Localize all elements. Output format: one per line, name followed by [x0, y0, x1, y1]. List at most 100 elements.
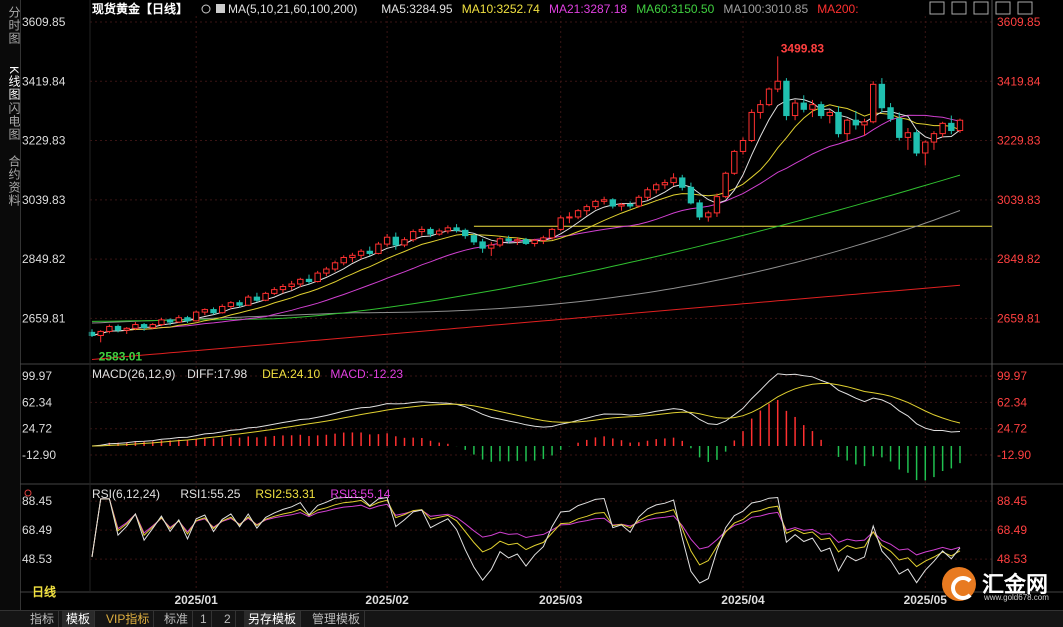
- tab-2[interactable]: 2: [220, 611, 236, 627]
- candle-body: [227, 302, 235, 307]
- macd-dea-line: [91, 383, 961, 447]
- candle-body: [210, 309, 217, 314]
- candle-body: [522, 239, 530, 244]
- watermark-url: www.gold678.com: [984, 593, 1049, 602]
- date-tick: 2025/04: [721, 593, 765, 607]
- price-tick-left: 3609.85: [22, 15, 66, 29]
- period-label[interactable]: 日线: [28, 584, 60, 600]
- candle-body: [609, 199, 616, 207]
- candle-body: [618, 203, 625, 207]
- tab-kline[interactable]: K线图: [0, 66, 21, 101]
- rsi-tick-left: 88.45: [22, 494, 52, 508]
- minus-icon[interactable]: [951, 1, 967, 15]
- candle-body: [861, 121, 868, 126]
- candle-body: [505, 238, 512, 242]
- add-icon[interactable]: [929, 1, 945, 15]
- candle-body: [392, 236, 399, 246]
- candle-body: [132, 324, 139, 329]
- tab-save-template[interactable]: 另存模板: [244, 611, 302, 627]
- candle-body: [592, 200, 599, 208]
- candle-body: [878, 83, 886, 109]
- candle-body: [401, 239, 408, 246]
- candle-body: [687, 186, 695, 204]
- indicator-icon: [216, 4, 225, 13]
- candle-body: [679, 177, 686, 188]
- candle-body: [166, 319, 174, 323]
- candle-body: [357, 250, 365, 256]
- macd-tick-right: 99.97: [997, 369, 1027, 383]
- tab-template[interactable]: 模板: [62, 611, 96, 627]
- candle-body: [496, 238, 504, 246]
- ma21-line: [91, 114, 961, 336]
- candle-body: [644, 189, 651, 198]
- window-icon[interactable]: [995, 1, 1011, 15]
- price-tick-left: 3039.83: [22, 193, 66, 207]
- candle-body: [583, 206, 590, 212]
- candle-body: [939, 122, 946, 135]
- rsi-tick-right: 88.45: [997, 494, 1027, 508]
- ma-label-1: MA5:3284.95: [381, 2, 453, 16]
- candle-body: [366, 250, 373, 254]
- tab-contract-info[interactable]: 合约资料: [0, 155, 21, 207]
- high-price-label: 3499.83: [781, 41, 825, 55]
- candle-body: [184, 317, 191, 322]
- candle-body: [913, 132, 920, 154]
- price-tick-right: 3419.84: [997, 74, 1041, 88]
- candle-body: [140, 324, 148, 329]
- candle-body: [574, 210, 582, 218]
- tab-timeshare[interactable]: 分时图: [0, 6, 21, 45]
- candle-body: [418, 228, 426, 233]
- logo-icon: [942, 567, 976, 601]
- ma-label-6: MA200:: [817, 2, 858, 16]
- candle-body: [479, 241, 486, 249]
- macd-label-1: DIFF:17.98: [187, 367, 247, 381]
- macd-label-3: MACD:-12.23: [330, 367, 403, 381]
- macd-tick-left: 99.97: [22, 369, 52, 383]
- price-tick-right: 2849.82: [997, 252, 1041, 266]
- candle-body: [600, 199, 608, 202]
- price-tick-right: 3229.83: [997, 134, 1041, 148]
- candle-body: [670, 177, 677, 184]
- tab-flash[interactable]: 闪电图: [0, 102, 21, 141]
- tab-manage-template[interactable]: 管理模板: [308, 611, 366, 627]
- tab-indicators[interactable]: 指标: [26, 611, 60, 627]
- settings-icon: [201, 4, 211, 14]
- rsi-label-3: RSI3:55.14: [330, 487, 390, 501]
- candle-body: [870, 83, 877, 123]
- candle-body: [635, 196, 643, 207]
- ma-label-4: MA60:3150.50: [636, 2, 714, 16]
- sidebar: 分时图 K线图 闪电图 合约资料: [0, 0, 21, 610]
- candle-body: [713, 196, 721, 214]
- candle-body: [427, 228, 434, 235]
- candle-body: [557, 217, 564, 230]
- price-tick-left: 2659.81: [22, 311, 66, 325]
- candle-body: [817, 104, 825, 117]
- macd-tick-right: -12.90: [997, 448, 1031, 462]
- candle-body: [765, 88, 773, 106]
- candle-body: [288, 283, 295, 288]
- candle-body: [340, 256, 347, 264]
- candle-body: [540, 237, 547, 241]
- candle-body: [470, 235, 478, 243]
- rsi-label-2: RSI2:53.31: [255, 487, 315, 501]
- candle-body: [201, 309, 209, 313]
- price-tick-left: 2849.82: [22, 252, 66, 266]
- candle-body: [843, 119, 851, 135]
- tab-vip-indicators[interactable]: VIP指标: [102, 611, 155, 627]
- rsi-tick-left: 68.49: [22, 523, 52, 537]
- candle-body: [731, 150, 738, 174]
- chart-title: 现货黄金【日线】: [92, 1, 188, 16]
- macd-tick-left: 62.34: [22, 395, 52, 409]
- candle-body: [323, 268, 330, 274]
- date-tick: 2025/02: [365, 593, 409, 607]
- tab-standard[interactable]: 标准: [160, 611, 194, 627]
- candle-body: [245, 296, 252, 306]
- candle-body: [653, 184, 660, 191]
- close-icon[interactable]: [1017, 1, 1033, 15]
- restore-icon[interactable]: [973, 1, 989, 15]
- rsi2-line: [91, 498, 961, 568]
- chart-area[interactable]: 3609.85 3609.85 3419.84 3419.84 3229.83 3229.…: [20, 0, 1063, 610]
- candle-body: [800, 102, 807, 110]
- tab-1[interactable]: 1: [196, 611, 212, 627]
- candle-body: [739, 140, 747, 152]
